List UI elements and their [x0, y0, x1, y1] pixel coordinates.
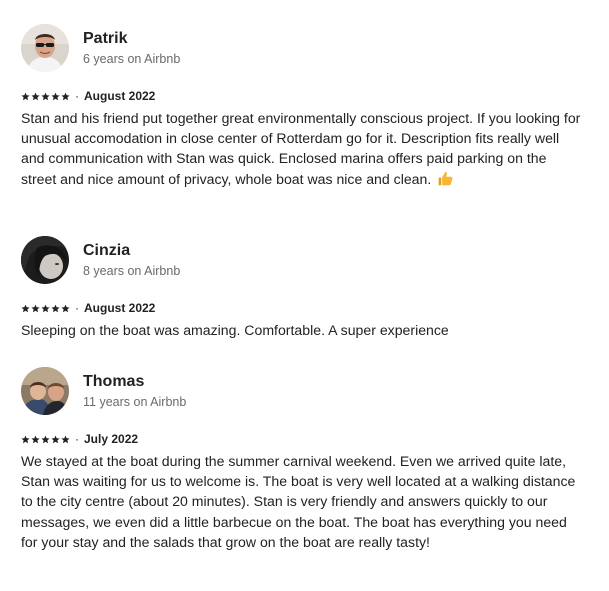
thumbs-up-icon: [437, 170, 454, 192]
reviewer-info: Thomas 11 years on Airbnb: [83, 372, 186, 411]
reviewer-name[interactable]: Thomas: [83, 372, 186, 392]
avatar-photo-patrik: [21, 24, 69, 72]
star-icon: [41, 304, 50, 312]
star-icon: [41, 435, 50, 443]
review-meta: · August 2022: [21, 88, 591, 104]
star-icon: [41, 92, 50, 100]
review-body: Stan and his friend put together great e…: [21, 110, 581, 187]
star-icon: [31, 92, 40, 100]
review-header: Patrik 6 years on Airbnb: [21, 24, 591, 72]
star-icon: [61, 435, 70, 443]
meta-separator: ·: [75, 89, 79, 103]
star-icon: [21, 435, 30, 443]
meta-separator: ·: [75, 301, 79, 315]
review-card: Cinzia 8 years on Airbnb · August 2022 S…: [21, 236, 591, 340]
star-icon: [51, 92, 60, 100]
star-icon: [61, 92, 70, 100]
review-body: Sleeping on the boat was amazing. Comfor…: [21, 322, 449, 338]
star-rating: [21, 304, 70, 313]
star-icon: [51, 435, 60, 443]
meta-separator: ·: [75, 432, 79, 446]
review-meta: · July 2022: [21, 431, 591, 447]
reviewer-tenure: 8 years on Airbnb: [83, 263, 181, 278]
review-text: Sleeping on the boat was amazing. Comfor…: [21, 320, 581, 340]
star-icon: [61, 304, 70, 312]
review-header: Cinzia 8 years on Airbnb: [21, 236, 591, 284]
star-rating: [21, 92, 70, 101]
reviewer-name[interactable]: Cinzia: [83, 241, 180, 261]
star-rating: [21, 435, 70, 444]
reviewer-info: Cinzia 8 years on Airbnb: [83, 241, 180, 280]
review-meta: · August 2022: [21, 300, 591, 316]
review-date: August 2022: [84, 89, 156, 103]
review-body: We stayed at the boat during the summer …: [21, 453, 576, 550]
reviewer-tenure: 11 years on Airbnb: [83, 394, 187, 409]
review-date: August 2022: [84, 301, 156, 315]
review-text: Stan and his friend put together great e…: [21, 108, 581, 192]
star-icon: [31, 304, 40, 312]
reviewer-name[interactable]: Patrik: [83, 29, 180, 49]
avatar[interactable]: [21, 367, 69, 415]
avatar[interactable]: [21, 24, 69, 72]
avatar[interactable]: [21, 236, 69, 284]
reviewer-tenure: 6 years on Airbnb: [83, 51, 181, 66]
review-card: Thomas 11 years on Airbnb · July 2022 We…: [21, 367, 591, 552]
review-text: We stayed at the boat during the summer …: [21, 451, 581, 552]
review-header: Thomas 11 years on Airbnb: [21, 367, 591, 415]
review-date: July 2022: [84, 432, 139, 446]
avatar-photo-thomas: [21, 367, 69, 415]
star-icon: [21, 304, 30, 312]
reviewer-info: Patrik 6 years on Airbnb: [83, 29, 180, 68]
review-card: Patrik 6 years on Airbnb · August 2022 S…: [21, 24, 591, 192]
star-icon: [51, 304, 60, 312]
star-icon: [21, 92, 30, 100]
avatar-photo-cinzia: [21, 236, 69, 284]
star-icon: [31, 435, 40, 443]
